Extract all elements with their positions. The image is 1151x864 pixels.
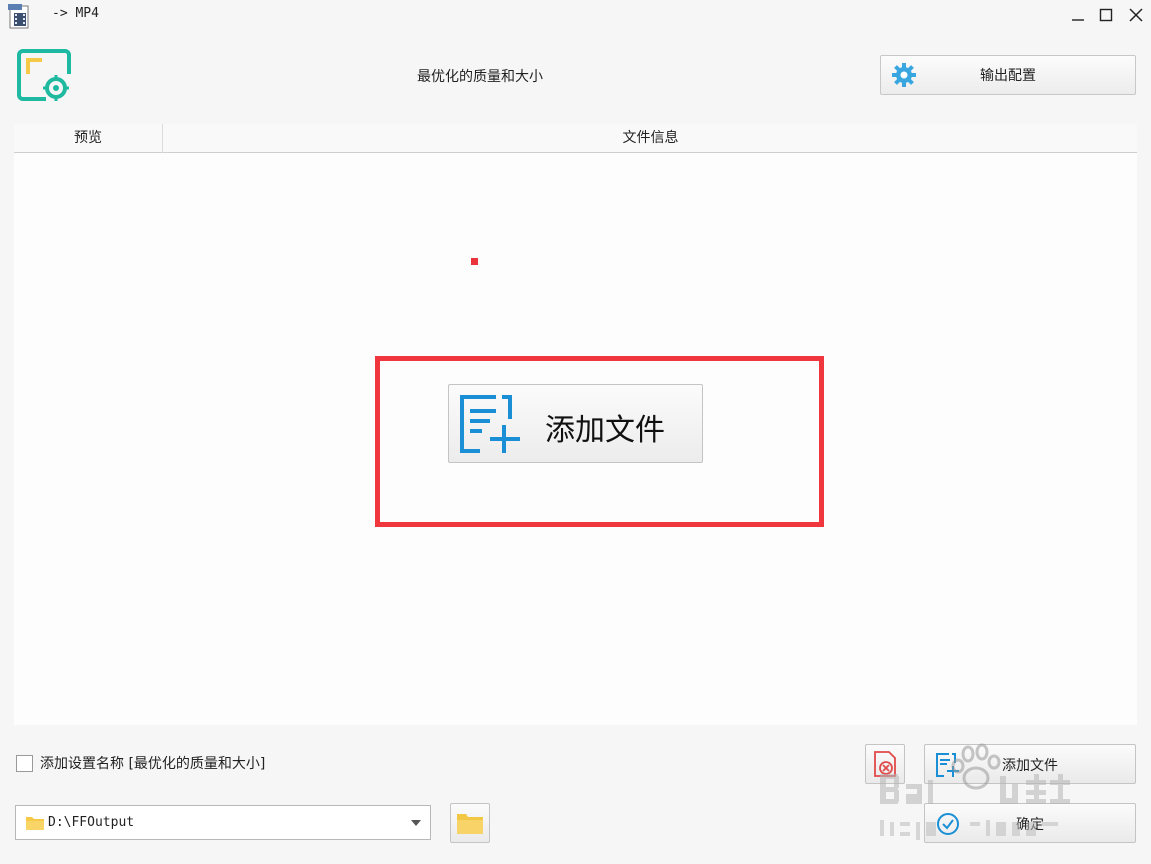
add-file-icon — [460, 395, 520, 453]
add-file-button-large[interactable]: 添加文件 — [448, 384, 703, 463]
output-path-select[interactable]: D:\FFOutput — [15, 805, 431, 840]
app-film-icon — [6, 4, 34, 30]
window-title: -> MP4 — [52, 6, 99, 21]
output-path-value: D:\FFOutput — [48, 815, 135, 830]
maximize-button[interactable] — [1094, 4, 1118, 26]
minimize-icon — [1072, 19, 1084, 21]
close-icon — [1129, 8, 1143, 22]
ok-button[interactable]: 确定 — [924, 803, 1136, 843]
gear-icon — [892, 63, 916, 87]
output-config-button[interactable]: 输出配置 — [880, 55, 1136, 95]
output-config-label: 输出配置 — [980, 68, 1036, 84]
file-list[interactable]: 预览 文件信息 添加文件 — [14, 124, 1137, 725]
column-header-preview[interactable]: 预览 — [14, 124, 163, 153]
preset-title: 最优化的质量和大小 — [417, 69, 543, 85]
maximize-icon — [1099, 8, 1113, 22]
minimize-button[interactable] — [1066, 4, 1090, 26]
list-header: 预览 文件信息 — [14, 124, 1137, 153]
preset-settings-icon[interactable] — [16, 48, 74, 104]
red-marker-dot — [471, 258, 478, 265]
clear-list-button[interactable] — [865, 744, 905, 784]
folder-icon — [457, 814, 483, 834]
browse-folder-button[interactable] — [450, 803, 490, 843]
add-file-button[interactable]: 添加文件 — [924, 744, 1136, 784]
title-bar: -> MP4 — [0, 0, 1151, 34]
delete-file-icon — [874, 751, 896, 777]
close-button[interactable] — [1124, 4, 1148, 26]
add-preset-name-label[interactable]: 添加设置名称 [最优化的质量和大小] — [40, 753, 265, 773]
ok-label: 确定 — [1016, 817, 1044, 833]
chevron-down-icon — [411, 820, 421, 826]
add-file-label: 添加文件 — [1002, 758, 1058, 774]
add-file-label-large: 添加文件 — [545, 413, 665, 448]
add-preset-name-checkbox[interactable] — [16, 755, 33, 772]
folder-icon — [26, 817, 44, 830]
column-header-file-info[interactable]: 文件信息 — [164, 124, 1137, 153]
